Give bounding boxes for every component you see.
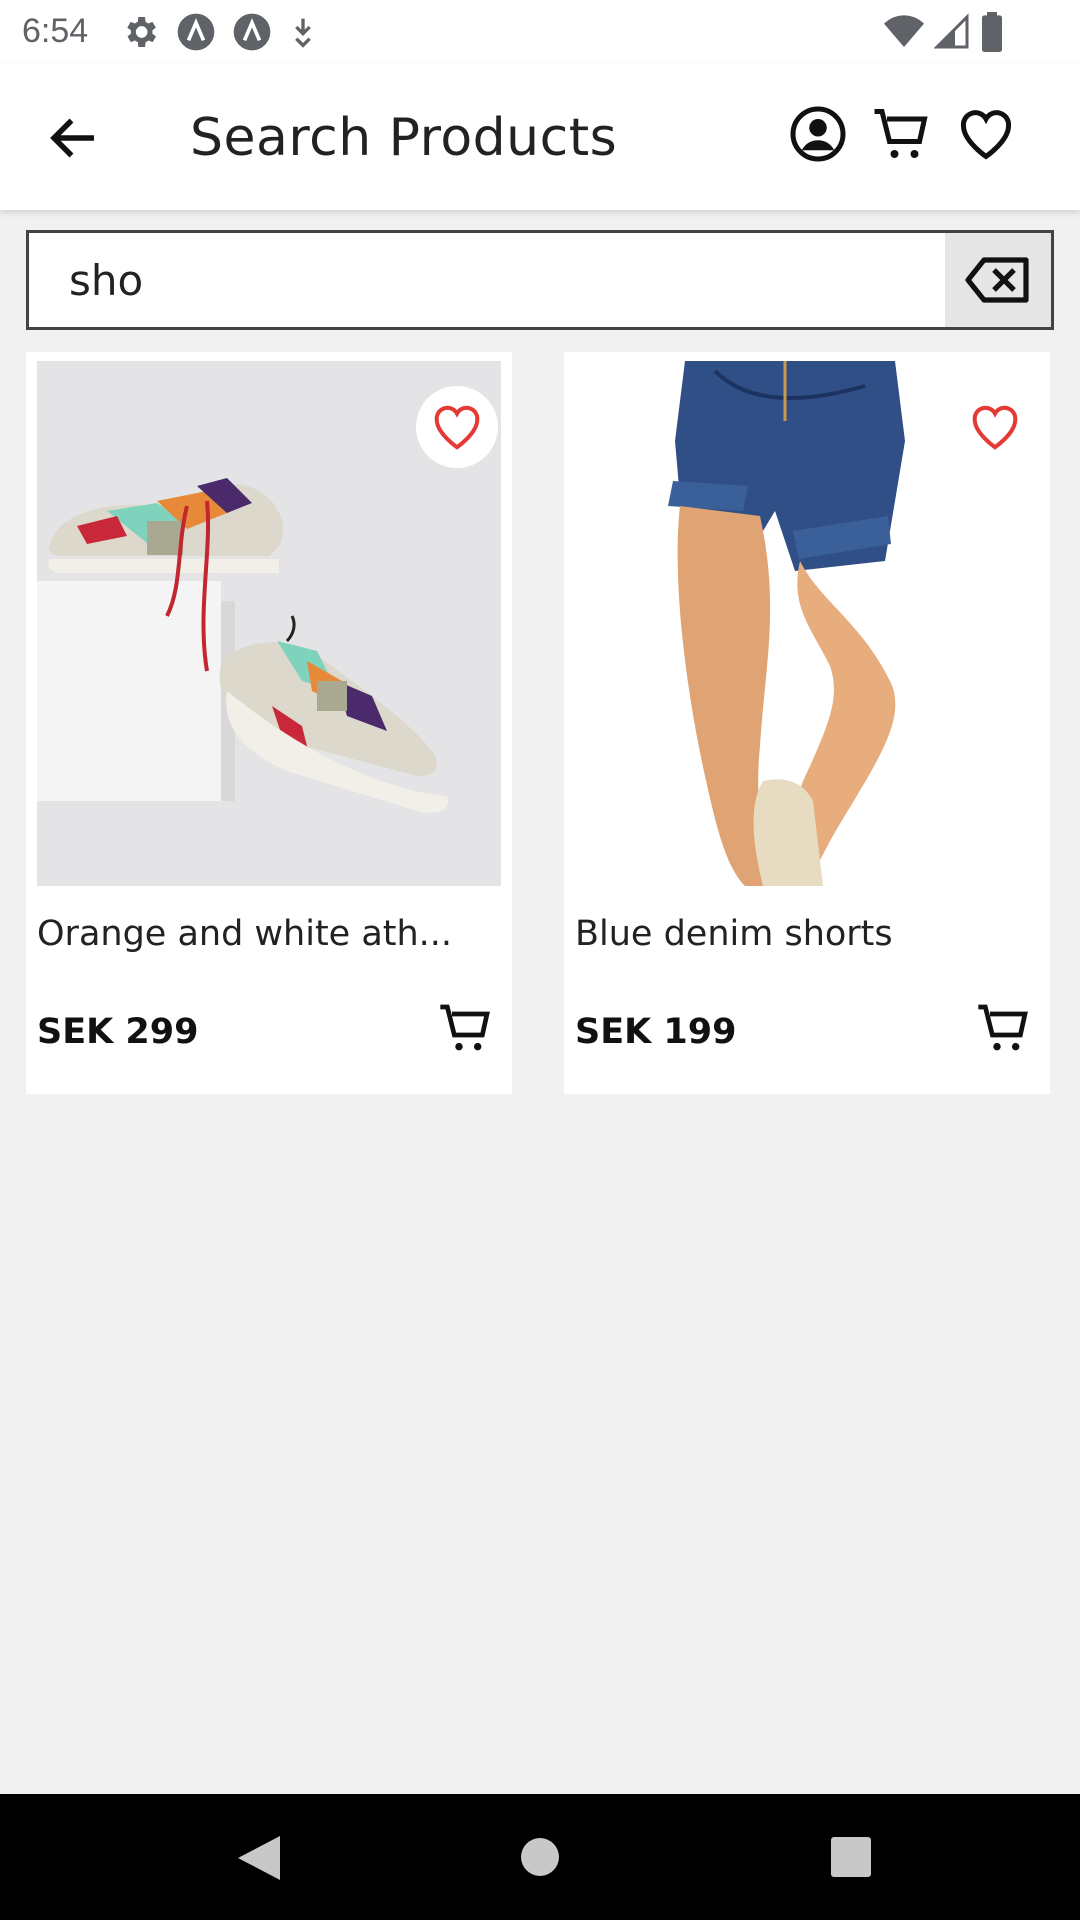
- cart-icon: [874, 109, 928, 158]
- favorite-button[interactable]: [416, 386, 498, 468]
- favorites-button[interactable]: [956, 104, 1016, 164]
- heart-icon: [434, 405, 480, 450]
- cart-button[interactable]: [872, 104, 932, 164]
- cart-icon: [440, 1004, 490, 1051]
- product-name: Blue denim shorts: [575, 914, 893, 954]
- page-title: Search Products: [190, 108, 618, 168]
- search-input[interactable]: [29, 233, 947, 327]
- back-button[interactable]: [44, 108, 104, 168]
- account-icon: [790, 106, 846, 162]
- account-button[interactable]: [788, 104, 848, 164]
- heart-icon: [960, 110, 1012, 160]
- cart-icon: [978, 1004, 1028, 1051]
- product-name: Orange and white ath...: [37, 914, 453, 954]
- app-bar: Search Products: [0, 64, 1080, 210]
- favorite-button[interactable]: [954, 386, 1036, 468]
- arrow-left-icon: [50, 118, 94, 158]
- product-card[interactable]: Orange and white ath... SEK 299: [26, 352, 512, 1094]
- add-to-cart-button[interactable]: [438, 1000, 494, 1056]
- product-card[interactable]: Blue denim shorts SEK 199: [564, 352, 1050, 1094]
- status-bar: 6:54: [0, 0, 1080, 64]
- product-price: SEK 299: [37, 1012, 199, 1052]
- app-a-icon: [233, 13, 271, 51]
- nav-recents-icon[interactable]: [830, 1836, 872, 1878]
- system-nav-bar: [0, 1794, 1080, 1920]
- status-icons-left: [120, 12, 318, 52]
- status-icons-right: [884, 12, 1004, 52]
- search-box: [26, 230, 1054, 330]
- heart-icon: [972, 405, 1018, 450]
- settings-icon: [127, 17, 156, 47]
- download-icon: [295, 18, 311, 48]
- battery-icon: [982, 12, 1002, 52]
- nav-home-icon[interactable]: [519, 1836, 561, 1878]
- nav-back-icon[interactable]: [236, 1834, 282, 1882]
- add-to-cart-button[interactable]: [976, 1000, 1032, 1056]
- clear-search-button[interactable]: [945, 233, 1051, 327]
- app-a-icon: [177, 13, 215, 51]
- product-price: SEK 199: [575, 1012, 737, 1052]
- signal-icon: [934, 13, 969, 49]
- backspace-clear-icon: [965, 257, 1029, 303]
- status-time: 6:54: [22, 12, 89, 50]
- wifi-icon: [884, 15, 924, 47]
